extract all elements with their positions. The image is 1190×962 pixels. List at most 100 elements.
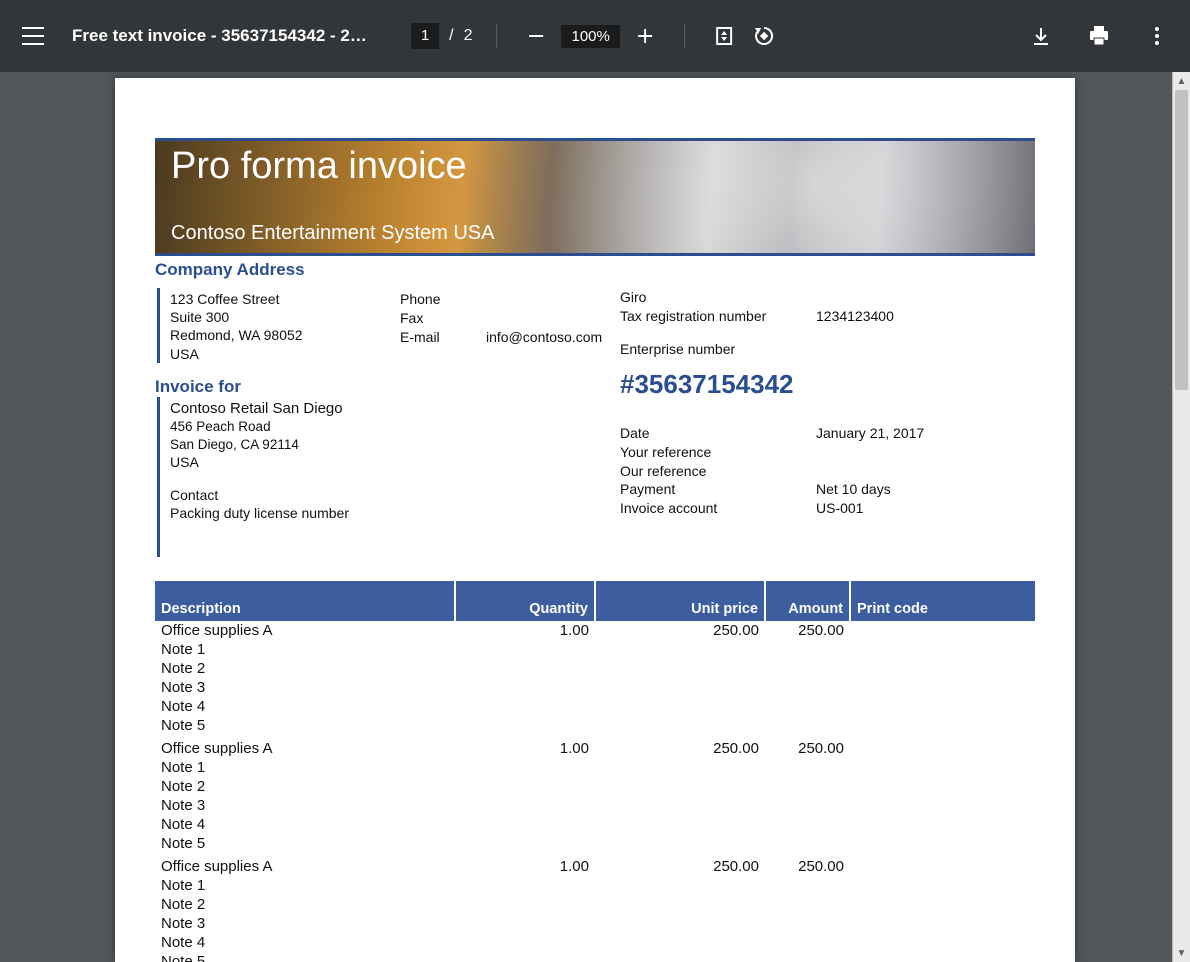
cell-note: Note 5 — [155, 716, 1035, 735]
rotate-icon[interactable] — [749, 21, 779, 51]
page-1: Pro forma invoice Contoso Entertainment … — [115, 78, 1075, 962]
invoice-title: Pro forma invoice — [171, 147, 1019, 187]
table-note-row: Note 1 — [155, 876, 1035, 895]
cust-line: San Diego, CA 92114 — [170, 436, 620, 454]
table-note-row: Note 1 — [155, 640, 1035, 659]
email-value: info@contoso.com — [486, 328, 602, 347]
cell-description: Office supplies A — [155, 739, 455, 758]
cust-line: 456 Peach Road — [170, 418, 620, 436]
cell-note: Note 3 — [155, 914, 1035, 933]
table-row: Office supplies A 1.00 250.00 250.00 — [155, 621, 1035, 640]
cell-description: Office supplies A — [155, 621, 455, 640]
print-icon[interactable] — [1084, 21, 1114, 51]
contact-label: Contact — [170, 486, 620, 504]
email-label: E-mail — [400, 328, 458, 347]
cust-line: Contoso Retail San Diego — [170, 399, 620, 419]
toolbar-divider — [496, 24, 497, 48]
table-note-row: Note 5 — [155, 834, 1035, 853]
tax-value: 1234123400 — [816, 307, 894, 326]
page-separator: / — [449, 27, 453, 45]
cell-unit-price: 250.00 — [595, 621, 765, 640]
ref-value: January 21, 2017 — [816, 424, 924, 443]
zoom-in-button[interactable] — [630, 21, 660, 51]
invoice-lines-table: Description Quantity Unit price Amount P… — [155, 581, 1035, 962]
table-note-row: Note 3 — [155, 914, 1035, 933]
ref-label: Payment — [620, 480, 788, 499]
cell-amount: 250.00 — [765, 857, 850, 876]
cell-print-code — [850, 739, 1035, 758]
th-amount: Amount — [765, 581, 850, 621]
cell-note: Note 4 — [155, 815, 1035, 834]
addr-line: USA — [170, 345, 400, 363]
packing-label: Packing duty license number — [170, 504, 620, 522]
table-note-row: Note 3 — [155, 796, 1035, 815]
company-reg-block: Giro Tax registration number 1234123400 E… — [620, 288, 1035, 363]
ref-label: Date — [620, 424, 788, 443]
addr-line: Redmond, WA 98052 — [170, 326, 400, 344]
ref-label: Invoice account — [620, 499, 788, 518]
table-note-row: Note 5 — [155, 716, 1035, 735]
cell-quantity: 1.00 — [455, 857, 595, 876]
ref-label: Your reference — [620, 443, 788, 462]
table-note-row: Note 5 — [155, 952, 1035, 962]
table-row: Office supplies A 1.00 250.00 250.00 — [155, 739, 1035, 758]
invoice-for-block: Contoso Retail San Diego 456 Peach Road … — [157, 397, 620, 557]
cust-line: USA — [170, 453, 620, 471]
table-note-row: Note 4 — [155, 697, 1035, 716]
cell-note: Note 3 — [155, 796, 1035, 815]
cell-note: Note 4 — [155, 697, 1035, 716]
table-note-row: Note 2 — [155, 895, 1035, 914]
invoice-ref-block: Date January 21, 2017 Your reference Our … — [620, 424, 1035, 518]
cell-print-code — [850, 857, 1035, 876]
cell-note: Note 3 — [155, 678, 1035, 697]
addr-line: 123 Coffee Street — [170, 290, 400, 308]
cell-note: Note 1 — [155, 876, 1035, 895]
page-number-input[interactable]: 1 — [411, 23, 439, 49]
pdf-toolbar: Free text invoice - 35637154342 - 20... … — [0, 0, 1190, 72]
cell-unit-price: 250.00 — [595, 739, 765, 758]
cell-note: Note 4 — [155, 933, 1035, 952]
table-note-row: Note 1 — [155, 758, 1035, 777]
cell-note: Note 2 — [155, 895, 1035, 914]
th-unit-price: Unit price — [595, 581, 765, 621]
addr-line: Suite 300 — [170, 308, 400, 326]
company-name: Contoso Entertainment System USA — [171, 222, 1019, 245]
cell-note: Note 5 — [155, 834, 1035, 853]
page-total: 2 — [464, 27, 473, 45]
zoom-out-button[interactable] — [521, 21, 551, 51]
cell-note: Note 5 — [155, 952, 1035, 962]
th-quantity: Quantity — [455, 581, 595, 621]
cell-unit-price: 250.00 — [595, 857, 765, 876]
document-viewport: Pro forma invoice Contoso Entertainment … — [0, 72, 1190, 962]
cell-amount: 250.00 — [765, 739, 850, 758]
enterprise-label: Enterprise number — [620, 340, 788, 359]
table-note-row: Note 4 — [155, 933, 1035, 952]
cell-note: Note 1 — [155, 640, 1035, 659]
toolbar-divider — [684, 24, 685, 48]
cell-print-code — [850, 621, 1035, 640]
ref-label: Our reference — [620, 462, 788, 481]
cell-description: Office supplies A — [155, 857, 455, 876]
giro-label: Giro — [620, 288, 788, 307]
download-icon[interactable] — [1026, 21, 1056, 51]
table-note-row: Note 2 — [155, 777, 1035, 796]
phone-label: Phone — [400, 290, 458, 309]
cell-note: Note 2 — [155, 777, 1035, 796]
invoice-number: #35637154342 — [620, 369, 1035, 400]
more-icon[interactable] — [1142, 21, 1172, 51]
fit-page-icon[interactable] — [709, 21, 739, 51]
table-note-row: Note 4 — [155, 815, 1035, 834]
ref-value: Net 10 days — [816, 480, 891, 499]
invoice-banner: Pro forma invoice Contoso Entertainment … — [155, 138, 1035, 256]
company-address-block: 123 Coffee Street Suite 300 Redmond, WA … — [157, 288, 620, 363]
menu-icon[interactable] — [18, 21, 48, 51]
fax-label: Fax — [400, 309, 458, 328]
th-print-code: Print code — [850, 581, 1035, 621]
zoom-level[interactable]: 100% — [561, 25, 619, 48]
cell-note: Note 2 — [155, 659, 1035, 678]
cell-note: Note 1 — [155, 758, 1035, 777]
cell-quantity: 1.00 — [455, 739, 595, 758]
tax-label: Tax registration number — [620, 307, 788, 326]
cell-amount: 250.00 — [765, 621, 850, 640]
document-title: Free text invoice - 35637154342 - 20... — [72, 26, 372, 46]
